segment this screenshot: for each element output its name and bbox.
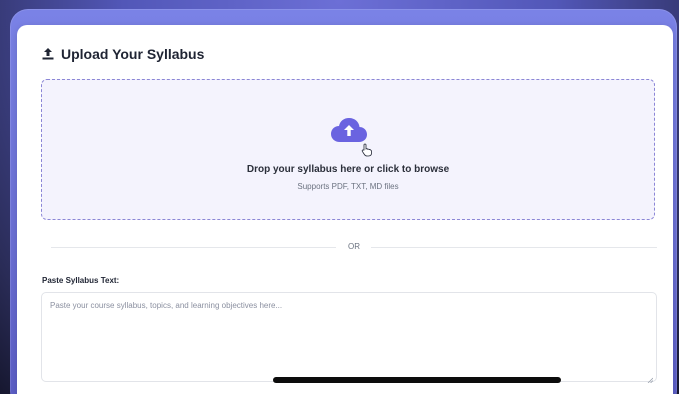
divider-label: OR bbox=[348, 242, 360, 251]
upload-card: Upload Your Syllabus Drop your syllabus … bbox=[17, 25, 673, 394]
dropzone-primary-text: Drop your syllabus here or click to brow… bbox=[246, 164, 450, 175]
hand-cursor-icon bbox=[361, 143, 373, 157]
divider-line-right bbox=[371, 247, 657, 248]
dropzone-secondary-text: Supports PDF, TXT, MD files bbox=[297, 182, 399, 191]
divider-line-left bbox=[51, 247, 336, 248]
upload-icon bbox=[41, 47, 55, 61]
cloud-upload-icon bbox=[330, 116, 368, 144]
page-title: Upload Your Syllabus bbox=[61, 46, 205, 62]
resize-handle-icon[interactable] bbox=[647, 370, 654, 384]
syllabus-textarea[interactable] bbox=[41, 292, 657, 382]
paste-label: Paste Syllabus Text: bbox=[42, 276, 120, 285]
section-header: Upload Your Syllabus bbox=[41, 46, 204, 62]
home-indicator bbox=[273, 377, 561, 383]
file-dropzone[interactable]: Drop your syllabus here or click to brow… bbox=[41, 79, 655, 220]
